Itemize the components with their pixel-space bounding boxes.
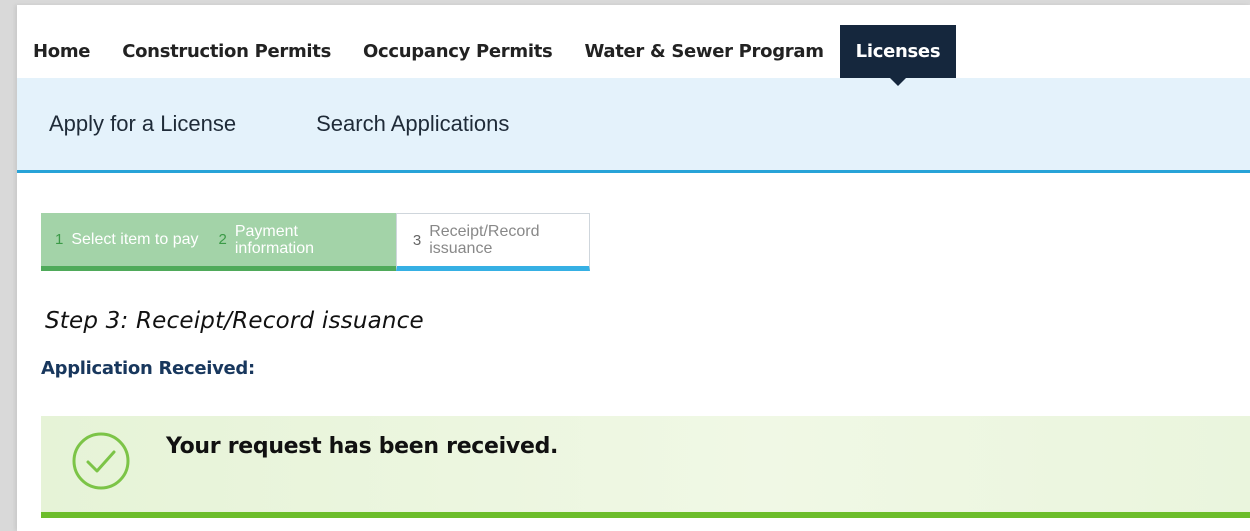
step-1-label: Select item to pay	[71, 231, 199, 248]
tab-water-sewer-program[interactable]: Water & Sewer Program	[568, 25, 839, 78]
step-1-number: 1	[55, 231, 64, 248]
step-1: 1 Select item to pay	[41, 213, 209, 271]
step-3: 3 Receipt/Record issuance	[395, 213, 591, 271]
tab-occupancy-permits[interactable]: Occupancy Permits	[347, 25, 568, 78]
check-circle-icon	[72, 432, 130, 490]
tab-home[interactable]: Home	[17, 25, 106, 78]
page-container: Home Construction Permits Occupancy Perm…	[17, 5, 1250, 531]
page-title: Step 3: Receipt/Record issuance	[45, 308, 424, 334]
step-3-label: Receipt/Record issuance	[429, 223, 540, 257]
step-2-number: 2	[218, 231, 227, 248]
success-message: Your request has been received.	[166, 434, 559, 459]
subnav-item-apply-for-license[interactable]: Apply for a License	[49, 111, 236, 137]
subnav-item-search-applications[interactable]: Search Applications	[316, 111, 509, 137]
top-nav: Home Construction Permits Occupancy Perm…	[17, 25, 957, 86]
step-2: 2 Payment information	[208, 213, 396, 271]
tab-construction-permits[interactable]: Construction Permits	[106, 25, 347, 78]
step-2-label: Payment information	[234, 222, 315, 257]
sub-nav: Apply for a License Search Applications	[17, 78, 1250, 173]
success-notice: Your request has been received.	[41, 416, 1250, 518]
progress-stepper: 1 Select item to pay 2 Payment informati…	[41, 213, 591, 271]
section-title: Application Received:	[41, 358, 255, 379]
tab-licenses[interactable]: Licenses	[839, 25, 957, 86]
step-3-number: 3	[412, 231, 422, 249]
